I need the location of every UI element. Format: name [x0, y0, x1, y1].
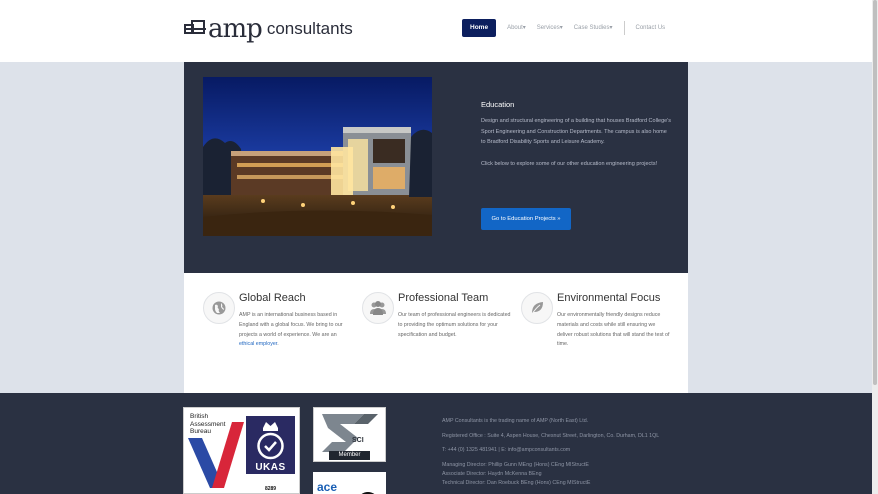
hero-title: Education: [481, 100, 515, 109]
hero-section: Education Design and structural engineer…: [184, 62, 688, 273]
feature-body-text: AMP is an international business based i…: [239, 312, 343, 338]
accreditation-label: ace: [317, 480, 338, 494]
bab-ukas-badge[interactable]: British Assessment Bureau UKAS MANAGEMEN…: [183, 407, 300, 494]
feature-title: Environmental Focus: [557, 292, 661, 304]
ukas-subtitle: MANAGEMENT SYSTEMS: [256, 474, 285, 483]
nav-contact[interactable]: Contact Us: [636, 19, 666, 37]
page-scrollbar[interactable]: [872, 0, 878, 494]
chevron-down-icon: ▾: [609, 25, 613, 31]
nav-about-label: About: [507, 25, 523, 31]
feature-body: Our environmentally friendly designs red…: [557, 312, 670, 348]
feature-body-end: .: [277, 341, 279, 348]
amp-logo[interactable]: amp consultants: [184, 16, 353, 42]
footer-technical-director: Technical Director: Dan Roebuck BEng (Ho…: [442, 479, 591, 486]
nav-case-studies[interactable]: Case Studies▾: [574, 19, 613, 37]
sci-label: SCI: [352, 437, 364, 444]
main-nav: Home About▾ Services▾ Case Studies▾ Cont…: [462, 19, 665, 37]
hero-description: Design and structural engineering of a b…: [481, 118, 672, 145]
nav-services-label: Services: [536, 25, 560, 31]
chevron-down-icon: ▾: [522, 25, 526, 31]
sci-member-label: Member: [329, 451, 370, 460]
globe-icon: [203, 292, 235, 324]
footer-registered-office: Registered Office : Suite 4, Aspen House…: [442, 432, 660, 439]
team-icon: [362, 292, 394, 324]
sci-member-badge[interactable]: SCI Member: [313, 407, 386, 462]
footer-trading-name: AMP Consultants is the trading name of A…: [442, 418, 589, 424]
leaf-icon: [521, 292, 553, 324]
nav-about[interactable]: About▾: [507, 19, 526, 37]
nav-home[interactable]: Home: [462, 19, 497, 37]
ethical-employer-link[interactable]: ethical employer: [239, 341, 277, 347]
site-footer: British Assessment Bureau UKAS MANAGEMEN…: [0, 393, 872, 494]
feature-title: Professional Team: [398, 292, 489, 304]
ukas-label: UKAS: [255, 462, 286, 473]
nav-services[interactable]: Services▾: [537, 19, 563, 37]
hero-cta-text: Click below to explore some of our other…: [481, 160, 658, 167]
hero-text: Education Design and structural engineer…: [481, 100, 671, 169]
logo-mark-icon: [184, 20, 206, 38]
footer-contact-details: T: +44 (0) 1325 481941 | E: info@ampcons…: [442, 447, 571, 453]
feature-title: Global Reach: [239, 292, 306, 304]
ukas-number: 8289: [264, 486, 277, 492]
nav-case-studies-label: Case Studies: [573, 25, 610, 31]
education-projects-button[interactable]: Go to Education Projects »: [481, 208, 571, 230]
nav-divider: [623, 21, 625, 35]
site-header: amp consultants Home About▾ Services▾ Ca…: [0, 0, 872, 62]
chevron-down-icon: ▾: [559, 25, 563, 31]
logo-amp-text: amp: [208, 14, 263, 44]
footer-associate-director: Associate Director: Haydn McKenna BEng: [442, 470, 542, 477]
college-building-photo: [203, 77, 432, 236]
logo-consultants-text: consultants: [266, 19, 353, 38]
accreditation-badge[interactable]: ace: [313, 472, 386, 494]
footer-directors: Managing Director: Phillip Gunn MEng (Ho…: [442, 461, 702, 488]
footer-managing-director: Managing Director: Phillip Gunn MEng (Ho…: [442, 461, 589, 468]
feature-body: Our team of professional engineers is de…: [398, 312, 511, 338]
feature-body: AMP is an international business based i…: [239, 311, 352, 350]
scrollbar-thumb[interactable]: [873, 0, 877, 385]
footer-company-info: AMP Consultants is the trading name of A…: [442, 417, 702, 488]
features-section: Global Reach AMP is an international bus…: [184, 273, 688, 394]
